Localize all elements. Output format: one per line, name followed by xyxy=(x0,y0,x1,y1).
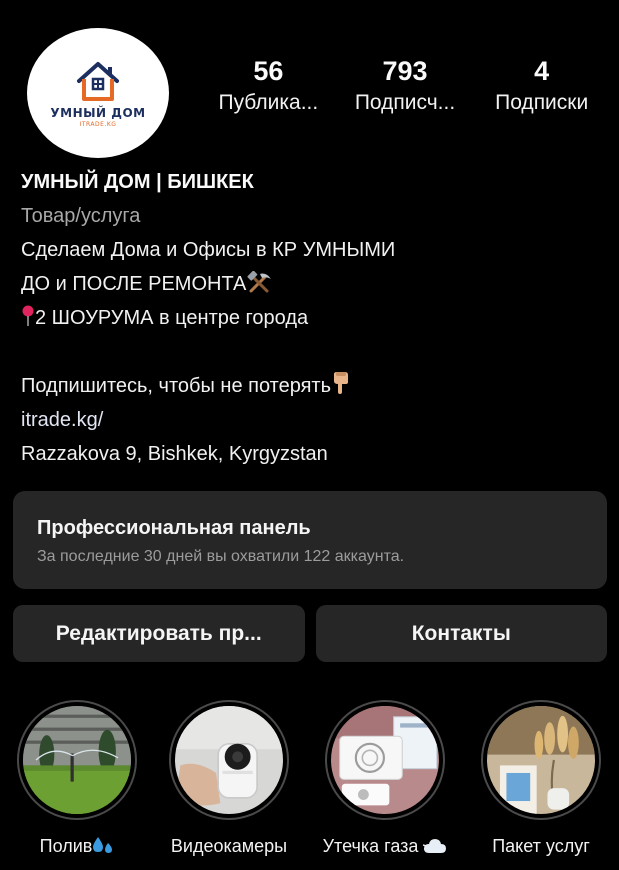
stat-following-label: Подписки xyxy=(495,91,589,114)
bio-address[interactable]: Razzakova 9, Bishkek, Kyrgyzstan xyxy=(21,437,606,471)
story-highlights: Полив Видеокамеры Утечка газа Пакет услу… xyxy=(0,700,619,870)
highlight-ring xyxy=(169,700,289,820)
stat-followers-label: Подписч... xyxy=(354,91,456,114)
stat-followers-count: 793 xyxy=(382,56,428,86)
professional-dashboard[interactable]: Профессиональная панель За последние 30 … xyxy=(13,491,607,589)
highlight-cover-image xyxy=(487,706,595,814)
brand-name: УМНЫЙ ДОМ xyxy=(50,105,146,120)
profile-category: Товар/услуга xyxy=(21,205,141,227)
brand-subtitle: ITRADE.KG xyxy=(79,120,117,128)
profile-stats: 56 Публика... 793 Подписч... 4 Подписки xyxy=(200,54,610,118)
bio-website-link[interactable]: itrade.kg/ xyxy=(21,403,606,437)
bio-line: Сделаем Дома и Офисы в КР УМНЫМИ xyxy=(21,239,396,261)
bio-line-text: Подпишитесь, чтобы не потерять xyxy=(21,375,332,397)
highlight-cover-image xyxy=(23,706,131,814)
stat-following[interactable]: 4 Подписки xyxy=(473,54,610,118)
stat-following-count: 4 xyxy=(534,56,550,86)
highlight-gas-leak[interactable]: Утечка газа xyxy=(307,700,463,858)
highlight-label-text: Утечка газа xyxy=(322,836,419,856)
profile-bio: УМНЫЙ ДОМ | БИШКЕК Товар/услуга Сделаем … xyxy=(21,165,606,471)
professional-dashboard-title: Профессиональная панель xyxy=(37,517,311,539)
edit-profile-button[interactable]: Редактировать пр... xyxy=(13,605,305,662)
highlight-cover-image xyxy=(175,706,283,814)
profile-name: УМНЫЙ ДОМ | БИШКЕК xyxy=(21,171,254,193)
highlight-service-package[interactable]: Пакет услуг xyxy=(463,700,619,858)
bio-spacer xyxy=(21,335,606,369)
pin-icon xyxy=(22,305,34,326)
contacts-button[interactable]: Контакты xyxy=(315,605,607,662)
stat-posts-label: Публика... xyxy=(218,91,319,114)
stat-posts-count: 56 xyxy=(253,56,284,86)
highlight-cover-image xyxy=(331,706,439,814)
bio-line: ДО и ПОСЛЕ РЕМОНТА xyxy=(21,267,606,301)
highlight-label: Видеокамеры xyxy=(170,836,288,856)
bio-line: Подпишитесь, чтобы не потерять xyxy=(21,369,606,403)
highlight-ring xyxy=(325,700,445,820)
cloud-icon xyxy=(423,839,447,853)
bio-line: 2 ШОУРУМА в центре города xyxy=(21,301,606,335)
stat-posts[interactable]: 56 Публика... xyxy=(200,54,337,118)
pointing-down-icon xyxy=(334,372,349,394)
highlight-label-text: Полив xyxy=(39,836,93,856)
highlight-watering[interactable]: Полив xyxy=(0,700,155,858)
droplets-icon xyxy=(93,837,113,853)
bio-line-text: ДО и ПОСЛЕ РЕМОНТА xyxy=(21,273,247,295)
profile-actions: Редактировать пр... Контакты xyxy=(13,605,607,662)
bio-line-text: 2 ШОУРУМА в центре города xyxy=(35,307,309,329)
professional-dashboard-subtitle: За последние 30 дней вы охватили 122 акк… xyxy=(37,548,405,565)
highlight-label: Утечка газа xyxy=(307,834,463,858)
highlight-ring xyxy=(17,700,137,820)
highlight-cameras[interactable]: Видеокамеры xyxy=(151,700,307,858)
house-logo-icon xyxy=(77,61,119,101)
highlight-label: Пакет услуг xyxy=(492,836,590,856)
highlight-ring xyxy=(481,700,601,820)
stat-followers[interactable]: 793 Подписч... xyxy=(337,54,474,118)
hammer-pick-icon xyxy=(247,271,272,293)
highlight-label: Полив xyxy=(0,834,155,858)
profile-avatar[interactable]: УМНЫЙ ДОМ ITRADE.KG xyxy=(27,28,169,158)
